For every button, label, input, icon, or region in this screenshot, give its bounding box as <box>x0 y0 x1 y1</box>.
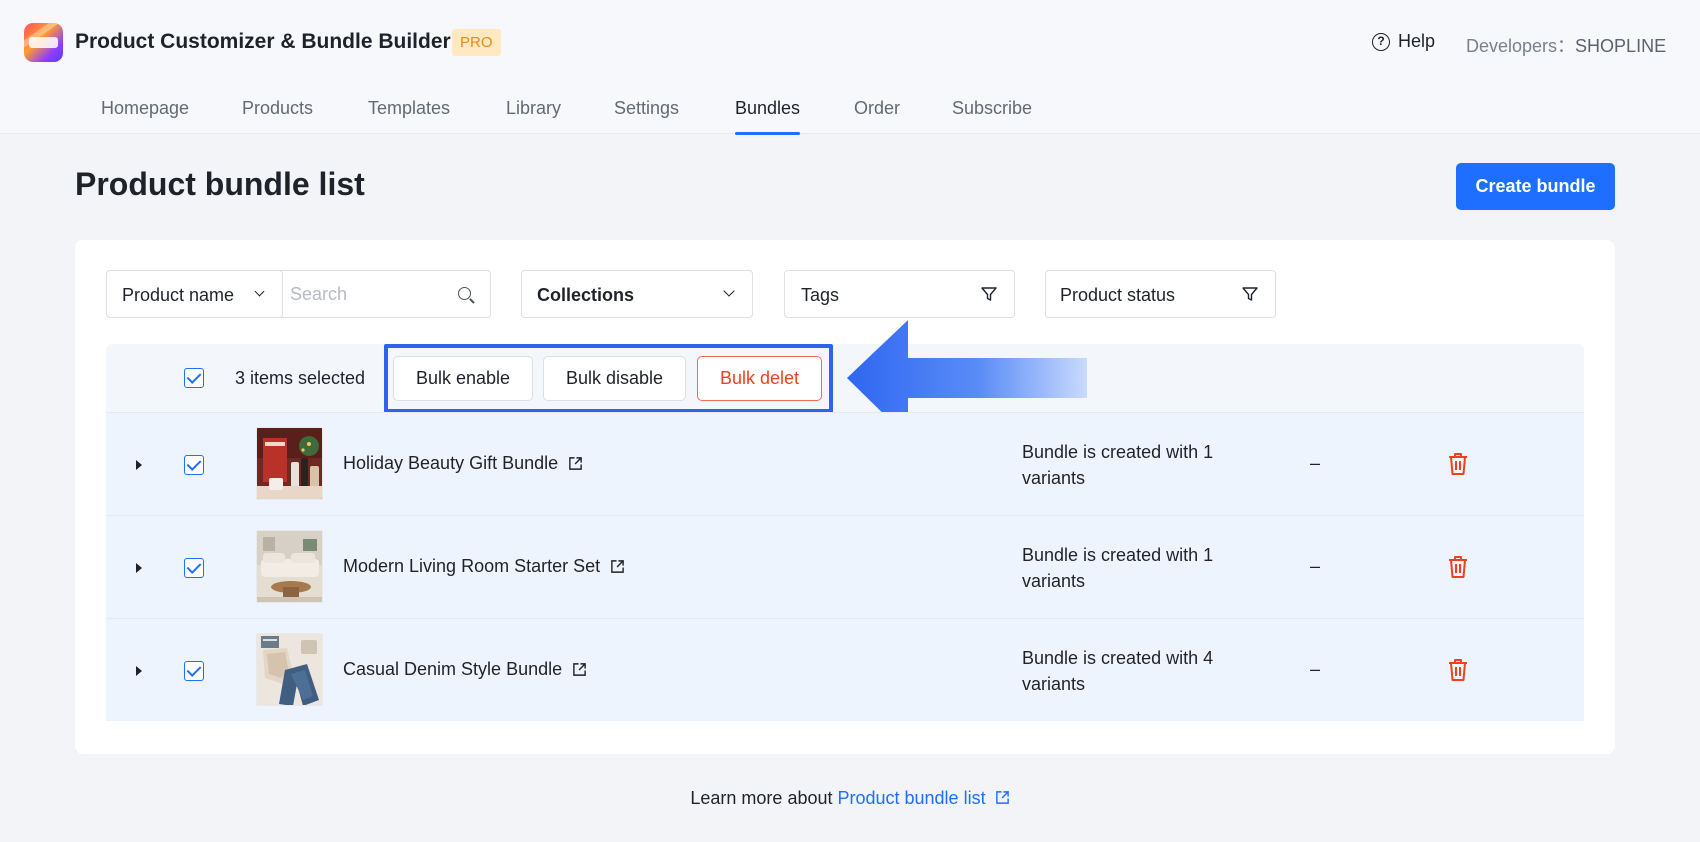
row-product-name[interactable]: Casual Denim Style Bundle <box>343 659 587 680</box>
product-name: Casual Denim Style Bundle <box>343 659 563 679</box>
main-nav: Homepage Products Templates Library Sett… <box>0 82 1700 135</box>
table-row <box>106 412 1584 515</box>
row-checkbox[interactable] <box>184 455 204 475</box>
tab-templates[interactable]: Templates <box>368 98 450 119</box>
product-thumbnail <box>256 530 323 603</box>
row-checkbox[interactable] <box>184 661 204 681</box>
help-icon: ? <box>1372 32 1390 51</box>
tab-settings[interactable]: Settings <box>614 98 679 119</box>
create-bundle-button[interactable]: Create bundle <box>1456 163 1615 210</box>
selected-count: 3 items selected <box>235 368 366 388</box>
external-link-icon[interactable] <box>610 559 625 574</box>
developers-value: SHOPLINE <box>1575 36 1667 56</box>
bulk-actions-highlight <box>384 344 833 413</box>
product-name: Modern Living Room Starter Set <box>343 556 601 576</box>
tab-library[interactable]: Library <box>506 98 561 119</box>
tab-products[interactable]: Products <box>242 98 313 119</box>
help-label: Help <box>1398 31 1436 51</box>
filter-icon <box>981 287 997 301</box>
chevron-down-icon <box>254 286 265 297</box>
product-thumbnail <box>256 633 323 706</box>
collections-label: Collections <box>537 285 635 305</box>
app-logo <box>24 23 63 62</box>
learn-more-link[interactable]: Product bundle list <box>837 788 1009 808</box>
external-link-icon[interactable] <box>572 662 587 677</box>
table-row <box>106 618 1584 721</box>
product-thumbnail <box>256 427 323 500</box>
tab-order[interactable]: Order <box>854 98 900 119</box>
tab-bundles[interactable]: Bundles <box>735 98 801 135</box>
search-icon[interactable] <box>458 287 471 300</box>
search-field-label: Product name <box>122 285 235 305</box>
external-link-icon[interactable] <box>568 456 583 471</box>
trash-icon[interactable] <box>1448 658 1468 682</box>
variants-info: Bundle is created with 4 variants <box>1022 648 1214 694</box>
row-product-name[interactable]: Holiday Beauty Gift Bundle <box>343 453 583 474</box>
learn-more-note: Learn more about Product bundle list <box>0 788 1700 809</box>
row-product-name[interactable]: Modern Living Room Starter Set <box>343 556 625 577</box>
tab-homepage[interactable]: Homepage <box>101 98 189 119</box>
product-name: Holiday Beauty Gift Bundle <box>343 453 559 473</box>
collections-select[interactable]: Collections <box>521 270 753 318</box>
table-row <box>106 515 1584 618</box>
page-title: Product bundle list <box>75 166 365 202</box>
external-link-icon <box>995 791 1009 804</box>
trash-icon[interactable] <box>1448 555 1468 579</box>
row-checkbox[interactable] <box>184 558 204 578</box>
filter-icon <box>1242 287 1258 301</box>
row-status: – <box>1310 556 1321 576</box>
tags-filter[interactable]: Tags <box>784 270 1015 318</box>
help-link[interactable]: ? Help <box>1372 31 1435 52</box>
pro-badge: PRO <box>452 29 501 56</box>
variants-info: Bundle is created with 1 variants <box>1022 545 1214 591</box>
caret-right-icon[interactable] <box>136 563 142 573</box>
learn-more-link-label: Product bundle list <box>837 788 986 808</box>
chevron-down-icon <box>723 285 735 297</box>
top-header: Product Customizer & Bundle Builder PRO … <box>0 0 1700 82</box>
row-status: – <box>1310 453 1321 473</box>
variants-info: Bundle is created with 1 variants <box>1022 442 1214 488</box>
trash-icon[interactable] <box>1448 452 1468 476</box>
select-all-checkbox[interactable] <box>184 368 204 388</box>
learn-more-prefix: Learn more about <box>690 788 838 808</box>
search-field-select[interactable]: Product name <box>106 270 283 318</box>
tab-subscribe[interactable]: Subscribe <box>952 98 1032 119</box>
row-status: – <box>1310 659 1321 679</box>
tags-label: Tags <box>801 285 840 305</box>
app-title: Product Customizer & Bundle Builder <box>75 30 451 53</box>
developers-info: Developers：SHOPLINE <box>1466 32 1666 58</box>
developers-label: Developers： <box>1466 36 1576 56</box>
caret-right-icon[interactable] <box>136 460 142 470</box>
product-status-filter[interactable]: Product status <box>1045 270 1276 318</box>
search-input[interactable] <box>290 276 450 312</box>
product-status-label: Product status <box>1060 285 1176 305</box>
caret-right-icon[interactable] <box>136 666 142 676</box>
